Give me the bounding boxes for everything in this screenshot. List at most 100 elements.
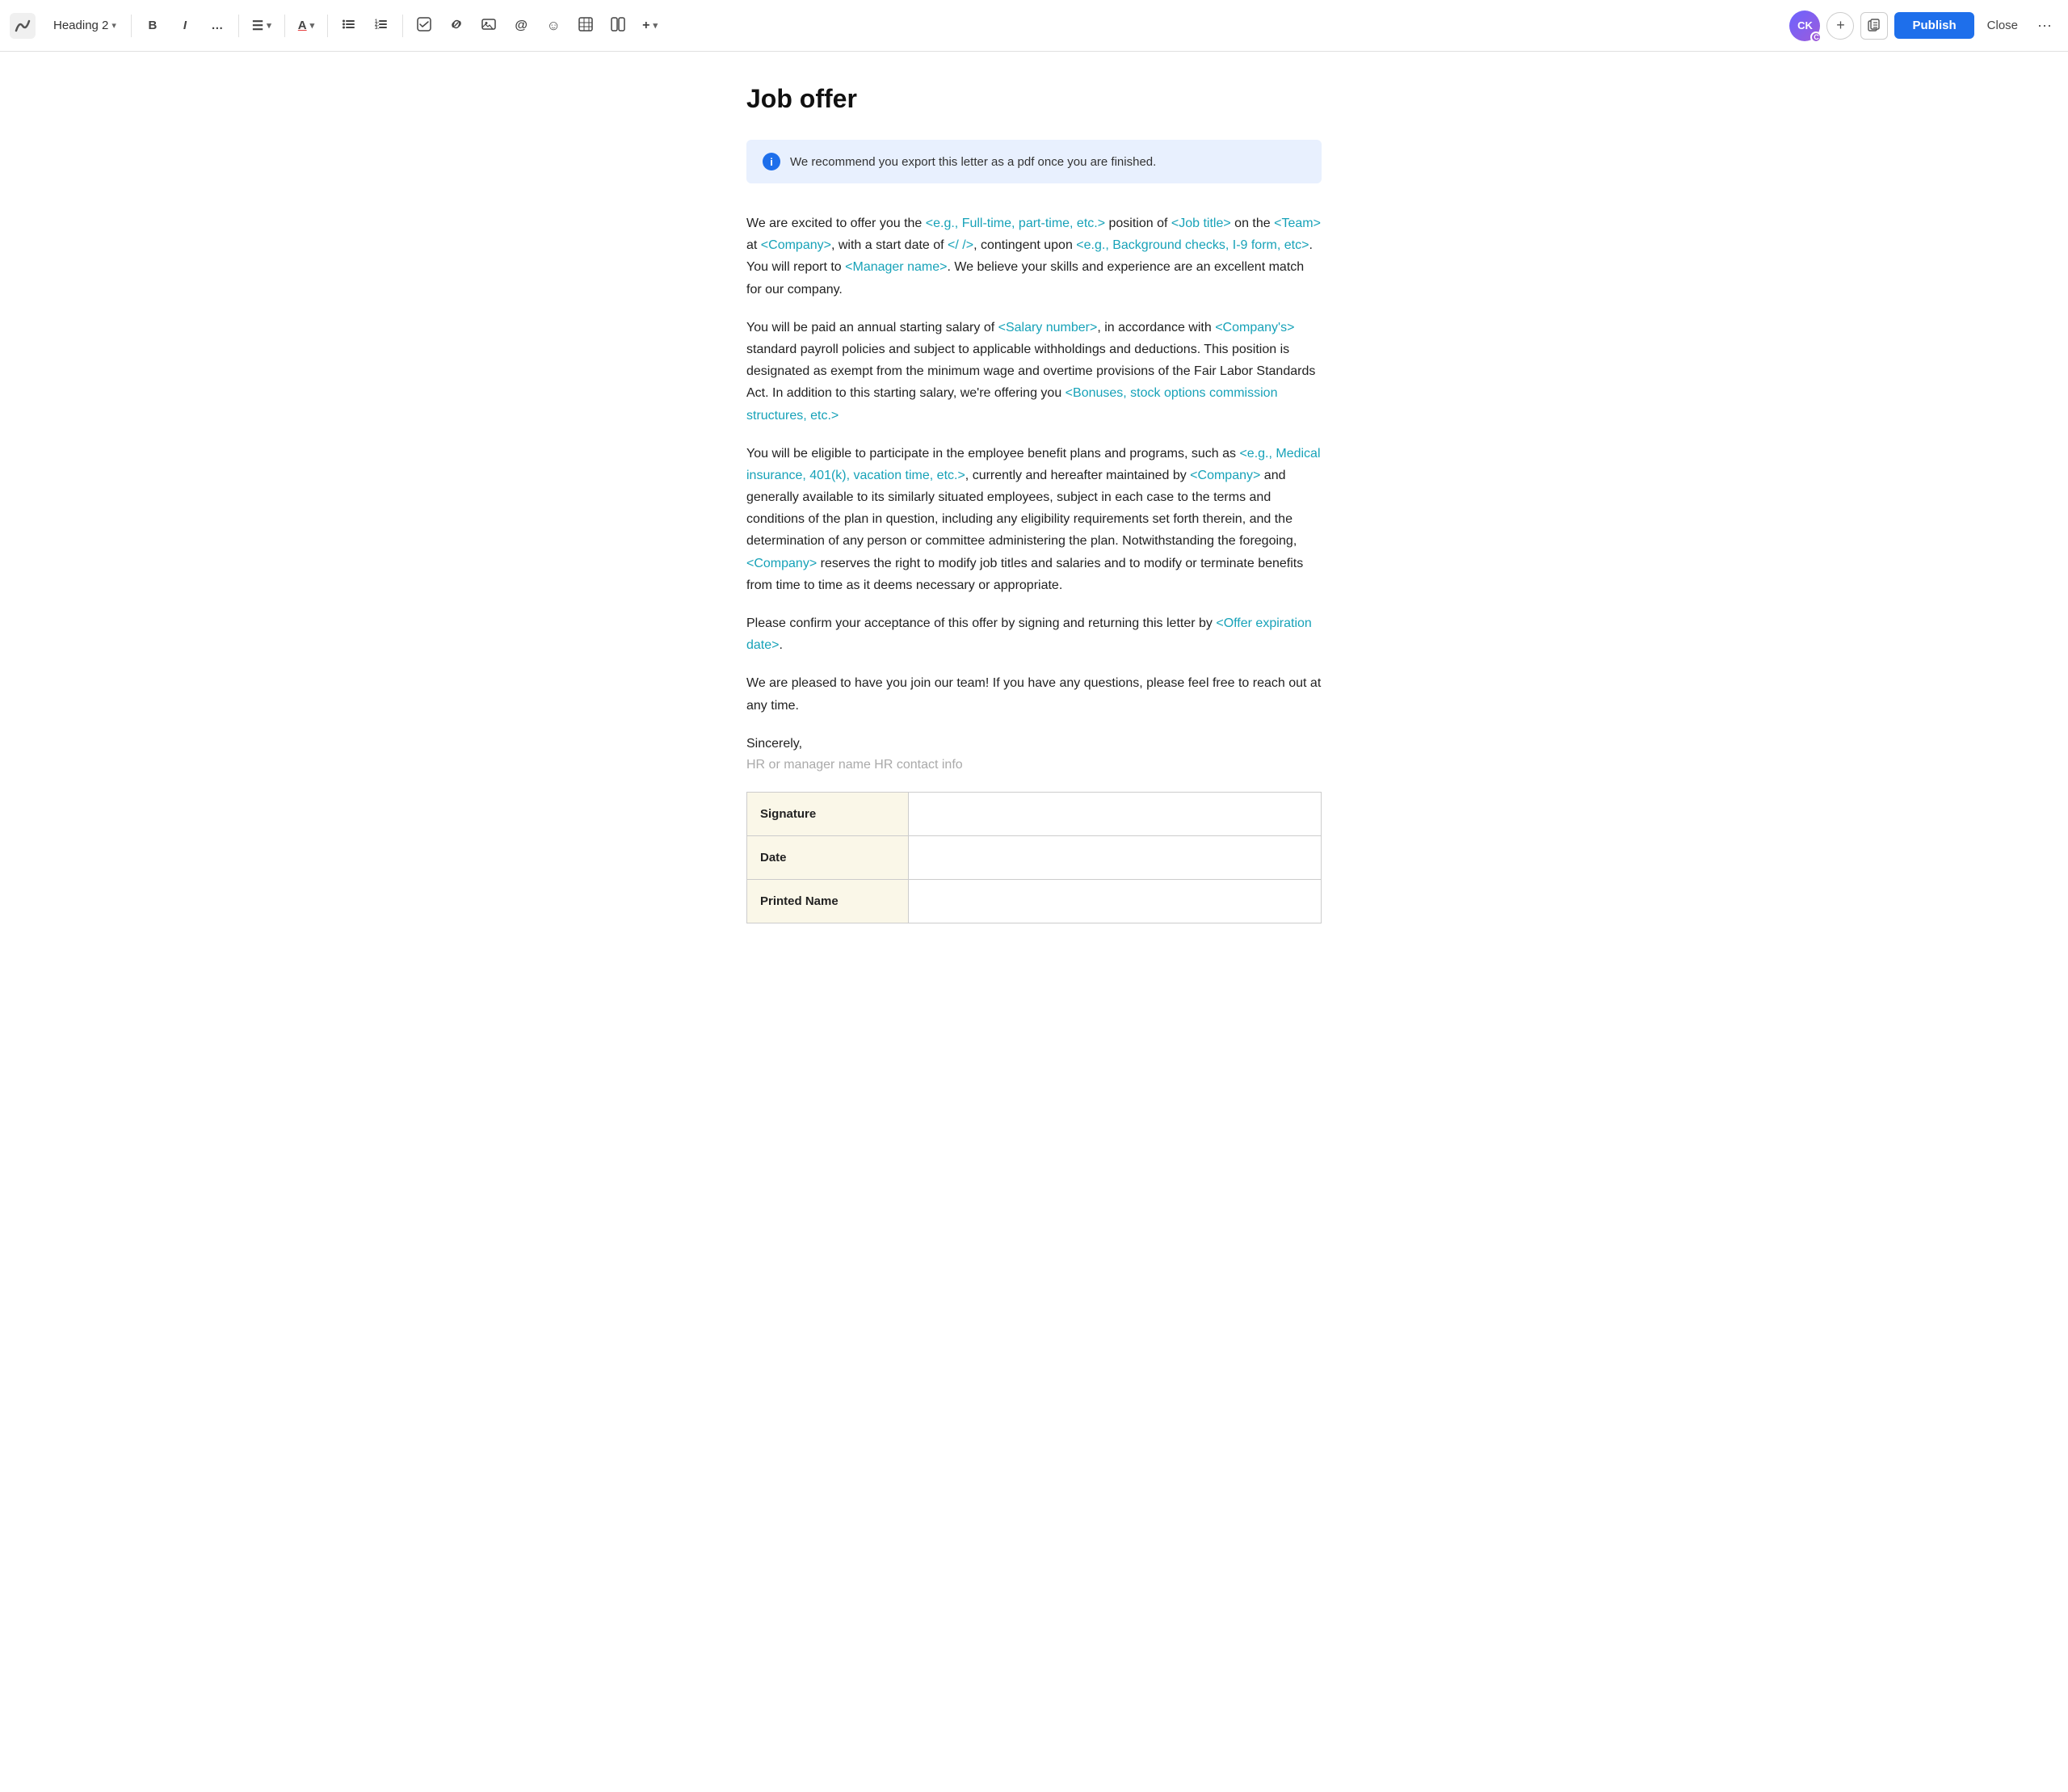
signature-label-1: Date xyxy=(747,835,909,879)
toolbar: Heading 2 ▾ B I … ☰ ▾ A ▾ 1.2.3. xyxy=(0,0,2068,52)
text-p1-4: at xyxy=(746,238,761,252)
more-label: … xyxy=(211,19,223,32)
add-collaborator-button[interactable]: + xyxy=(1826,12,1854,40)
signature-table-row: Date xyxy=(747,835,1322,879)
text-p1-2: position of xyxy=(1105,217,1171,230)
italic-button[interactable]: I xyxy=(170,11,200,40)
avatar[interactable]: CK C xyxy=(1789,11,1820,41)
chevron-down-icon: ▾ xyxy=(654,20,658,31)
font-color-icon: A xyxy=(298,19,307,32)
placeholder-company-1[interactable]: <Company> xyxy=(761,238,831,252)
table-button[interactable] xyxy=(571,11,600,40)
signature-label-2: Printed Name xyxy=(747,879,909,923)
sincerely-text: Sincerely, xyxy=(746,733,1322,755)
publish-label: Publish xyxy=(1912,19,1956,32)
task-button[interactable] xyxy=(410,11,439,40)
mention-button[interactable]: @ xyxy=(506,11,536,40)
chevron-down-icon: ▾ xyxy=(310,20,315,31)
text-p4-before: Please confirm your acceptance of this o… xyxy=(746,616,1216,630)
table-icon xyxy=(578,17,593,35)
numbered-list-icon: 1.2.3. xyxy=(374,17,389,35)
placeholder-salary[interactable]: <Salary number> xyxy=(998,321,1098,334)
numbered-list-button[interactable]: 1.2.3. xyxy=(367,11,396,40)
placeholder-company-4[interactable]: <Company> xyxy=(746,557,817,570)
insert-icon: + xyxy=(642,19,649,33)
text-p3-4: reserves the right to modify job titles … xyxy=(746,557,1303,592)
svg-text:3.: 3. xyxy=(375,26,379,31)
insert-button[interactable]: + ▾ xyxy=(636,11,664,40)
paragraph-1: We are excited to offer you the <e.g., F… xyxy=(746,212,1322,301)
align-button[interactable]: ☰ ▾ xyxy=(246,11,278,40)
bullet-list-icon xyxy=(342,17,356,35)
divider xyxy=(327,15,328,37)
heading-label: Heading 2 xyxy=(53,19,108,32)
more-options-button[interactable]: ··· xyxy=(2031,12,2058,39)
bullet-list-button[interactable] xyxy=(334,11,364,40)
text-p3-before: You will be eligible to participate in t… xyxy=(746,447,1239,461)
divider xyxy=(284,15,285,37)
divider xyxy=(238,15,239,37)
signature-value-0[interactable] xyxy=(909,792,1322,835)
close-button[interactable]: Close xyxy=(1981,14,2024,37)
text-p1-before: We are excited to offer you the xyxy=(746,217,926,230)
columns-button[interactable] xyxy=(603,11,633,40)
placeholder-position-type[interactable]: <e.g., Full-time, part-time, etc.> xyxy=(926,217,1105,230)
bold-button[interactable]: B xyxy=(138,11,167,40)
image-button[interactable] xyxy=(474,11,503,40)
italic-label: I xyxy=(183,19,187,32)
signature-value-1[interactable] xyxy=(909,835,1322,879)
avatar-sub-label: C xyxy=(1814,33,1819,41)
emoji-button[interactable]: ☺ xyxy=(539,11,568,40)
align-icon: ☰ xyxy=(252,18,263,34)
versions-button[interactable] xyxy=(1860,12,1888,40)
signature-label-0: Signature xyxy=(747,792,909,835)
chevron-down-icon: ▾ xyxy=(111,20,116,31)
publish-button[interactable]: Publish xyxy=(1894,12,1973,39)
emoji-icon: ☺ xyxy=(546,18,560,34)
toolbar-right: CK C + Publish Close ··· xyxy=(1789,11,2058,41)
bold-label: B xyxy=(149,19,158,32)
close-label: Close xyxy=(1987,19,2018,32)
text-p1-5: , with a start date of xyxy=(831,238,948,252)
text-p2-before: You will be paid an annual starting sala… xyxy=(746,321,998,334)
more-text-button[interactable]: … xyxy=(203,11,232,40)
banner-text: We recommend you export this letter as a… xyxy=(790,155,1156,169)
avatar-badge: C xyxy=(1810,32,1822,43)
placeholder-manager[interactable]: <Manager name> xyxy=(845,260,947,274)
placeholder-company-2[interactable]: <Company's> xyxy=(1215,321,1294,334)
placeholder-company-3[interactable]: <Company> xyxy=(1190,469,1260,482)
signature-table-row: Signature xyxy=(747,792,1322,835)
task-icon xyxy=(417,17,431,35)
placeholder-contingent[interactable]: <e.g., Background checks, I-9 form, etc> xyxy=(1076,238,1309,252)
signature-table: SignatureDatePrinted Name xyxy=(746,792,1322,923)
link-icon xyxy=(449,17,464,35)
app-logo xyxy=(10,13,36,39)
info-icon: i xyxy=(763,153,780,170)
mention-icon: @ xyxy=(515,19,528,33)
text-p1-3: on the xyxy=(1231,217,1274,230)
avatar-initials: CK xyxy=(1797,19,1813,32)
info-banner: i We recommend you export this letter as… xyxy=(746,140,1322,183)
text-p1-6: , contingent upon xyxy=(973,238,1076,252)
placeholder-team[interactable]: <Team> xyxy=(1274,217,1321,230)
heading-selector[interactable]: Heading 2 ▾ xyxy=(45,14,124,37)
columns-icon xyxy=(611,17,625,35)
image-icon xyxy=(481,17,496,35)
text-p3-2: , currently and hereafter maintained by xyxy=(965,469,1190,482)
contact-placeholder[interactable]: HR or manager name HR contact info xyxy=(746,758,1322,772)
paragraph-4: Please confirm your acceptance of this o… xyxy=(746,612,1322,656)
content-area: Job offer i We recommend you export this… xyxy=(727,52,1341,988)
text-p4-2: . xyxy=(779,638,782,652)
font-color-button[interactable]: A ▾ xyxy=(292,11,321,40)
signature-value-2[interactable] xyxy=(909,879,1322,923)
signature-table-row: Printed Name xyxy=(747,879,1322,923)
paragraph-5: We are pleased to have you join our team… xyxy=(746,672,1322,716)
page-title[interactable]: Job offer xyxy=(746,84,1322,114)
paragraph-3: You will be eligible to participate in t… xyxy=(746,443,1322,596)
chevron-down-icon: ▾ xyxy=(267,20,271,31)
divider xyxy=(131,15,132,37)
placeholder-job-title[interactable]: <Job title> xyxy=(1171,217,1231,230)
placeholder-start-date[interactable]: </ /> xyxy=(948,238,973,252)
text-p2-2: , in accordance with xyxy=(1097,321,1215,334)
link-button[interactable] xyxy=(442,11,471,40)
